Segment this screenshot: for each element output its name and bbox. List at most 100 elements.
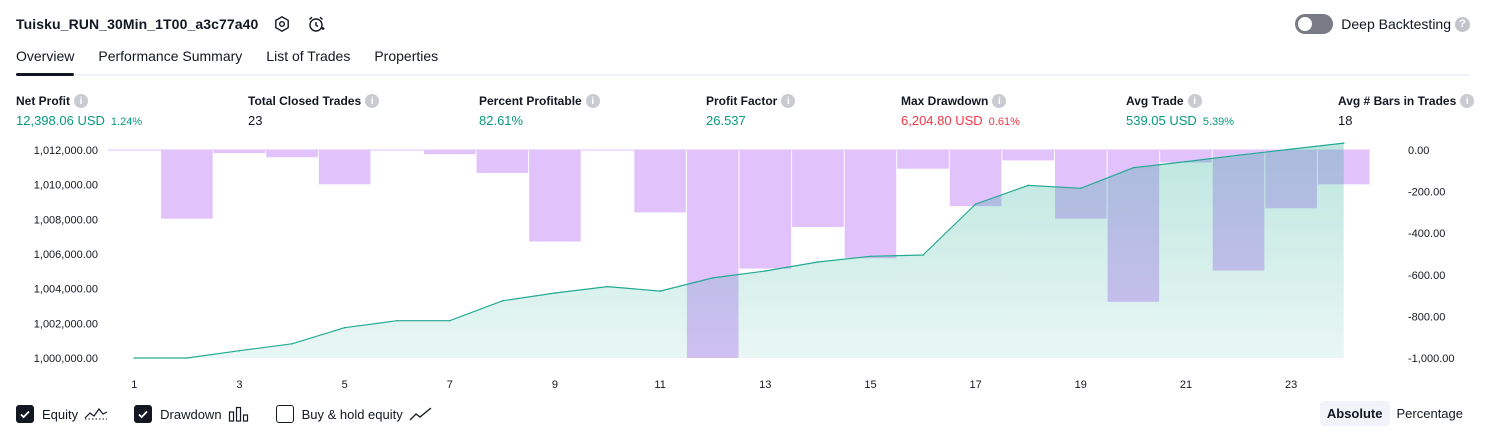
drawdown-bar	[634, 150, 686, 213]
metric-value: 6,204.80 USD	[901, 113, 983, 128]
alarm-clock-icon[interactable]	[306, 14, 326, 34]
drawdown-bar	[529, 150, 581, 242]
chart-legend: Equity Drawdown Buy & hold equity	[16, 404, 459, 424]
strategy-header: Tuisku_RUN_30Min_1T00_a3c77a40	[16, 14, 326, 34]
x-tick-label: 15	[864, 379, 876, 391]
drawdown-bars-icon	[228, 406, 250, 422]
drawdown-bar	[739, 150, 792, 269]
legend-drawdown[interactable]: Drawdown	[134, 405, 249, 423]
drawdown-bar	[476, 150, 529, 173]
y-right-tick-label: -1,000.00	[1408, 353, 1454, 365]
equity-point	[186, 357, 188, 359]
deep-backtesting-label: Deep Backtesting	[1341, 16, 1451, 32]
drawdown-checkbox[interactable]	[134, 405, 153, 423]
drawdown-bar	[213, 150, 266, 154]
equity-point	[764, 270, 767, 272]
info-icon[interactable]: i	[365, 94, 380, 108]
equity-point	[922, 254, 924, 256]
legend-label: Buy & hold equity	[301, 406, 403, 422]
tab-list-of-trades[interactable]: List of Trades	[266, 44, 350, 74]
settings-icon[interactable]	[272, 14, 292, 34]
drawdown-bar	[318, 150, 371, 185]
info-icon[interactable]: i	[781, 94, 796, 108]
metric-value: 82.61%	[479, 113, 524, 128]
x-tick-label: 23	[1285, 379, 1297, 391]
y-left-tick-label: 1,000,000.00	[34, 353, 98, 365]
equity-point	[501, 300, 504, 302]
metric-label: Percent Profitable	[479, 94, 582, 108]
help-icon[interactable]: ?	[1455, 16, 1470, 32]
legend-equity[interactable]: Equity	[16, 405, 108, 423]
metric-value: 26.537	[706, 113, 746, 128]
metric-value: 18	[1338, 113, 1353, 128]
x-tick-label: 1	[131, 379, 137, 391]
y-right-tick-label: -800.00	[1408, 311, 1445, 323]
metric-value: 539.05 USD	[1126, 113, 1197, 128]
metric-value: 23	[248, 113, 263, 128]
metric-percent: 0.61%	[988, 116, 1020, 128]
strategy-title: Tuisku_RUN_30Min_1T00_a3c77a40	[16, 16, 259, 32]
equity-point	[817, 261, 819, 263]
equity-point	[133, 357, 136, 359]
x-tick-label: 5	[342, 379, 348, 391]
info-icon[interactable]: i	[1460, 94, 1475, 108]
metric-label: Profit Factor	[706, 94, 778, 108]
scale-mode-switch: Absolute Percentage	[1319, 401, 1471, 426]
tab-performance-summary[interactable]: Performance Summary	[98, 44, 242, 74]
equity-point	[396, 319, 399, 322]
equity-drawdown-chart[interactable]: 1,012,000.00 1,010,000.00 1,008,000.00 1,00…	[0, 140, 1486, 394]
info-icon[interactable]: i	[1187, 94, 1202, 108]
legend-label: Drawdown	[160, 406, 222, 422]
y-right-tick-label: -200.00	[1408, 187, 1445, 199]
drawdown-bar	[844, 150, 897, 259]
metric-max-drawdown: Max Drawdown i 6,204.80 USD 0.61%	[901, 92, 1020, 129]
x-tick-label: 13	[759, 379, 771, 391]
equity-point	[869, 255, 872, 258]
equity-point	[554, 292, 556, 294]
metric-label: Net Profit	[16, 94, 70, 108]
tab-overview[interactable]: Overview	[16, 44, 75, 76]
x-tick-label: 7	[447, 379, 453, 391]
info-icon[interactable]: i	[585, 94, 600, 108]
equity-point	[1290, 148, 1292, 150]
equity-point	[1132, 166, 1135, 169]
y-left-tick-label: 1,008,000.00	[34, 214, 98, 226]
equity-point	[974, 203, 977, 205]
metric-net-profit: Net Profit i 12,398.06 USD 1.24%	[16, 92, 142, 129]
x-tick-label: 9	[552, 379, 558, 391]
deep-backtesting-toggle[interactable]	[1295, 14, 1334, 34]
drawdown-bar	[424, 150, 476, 155]
deep-backtesting: Deep Backtesting ?	[1295, 14, 1470, 34]
toggle-knob	[1298, 17, 1313, 31]
equity-point	[238, 349, 241, 352]
y-left-tick-label: 1,006,000.00	[34, 249, 98, 261]
absolute-button[interactable]: Absolute	[1319, 401, 1390, 426]
drawdown-bar	[792, 150, 844, 227]
legend-buy-hold[interactable]: Buy & hold equity	[275, 405, 433, 423]
equity-point	[659, 290, 661, 292]
equity-point	[1079, 187, 1082, 190]
buyhold-checkbox[interactable]	[275, 405, 294, 423]
equity-area	[134, 143, 1344, 358]
percentage-button[interactable]: Percentage	[1390, 401, 1471, 426]
equity-line-icon	[84, 406, 108, 422]
metric-label: Avg Trade	[1126, 94, 1184, 108]
tab-bar: Overview Performance Summary List of Tra…	[16, 44, 1470, 76]
drawdown-bar	[1002, 150, 1054, 161]
tab-properties[interactable]: Properties	[374, 44, 438, 74]
equity-point	[1027, 184, 1030, 187]
metric-percent: 1.24%	[110, 116, 143, 128]
equity-point	[711, 277, 714, 279]
equity-point	[1342, 142, 1345, 144]
equity-checkbox[interactable]	[16, 405, 34, 423]
legend-label: Equity	[42, 406, 79, 422]
drawdown-bar	[161, 150, 213, 219]
info-icon[interactable]: i	[74, 94, 88, 108]
metric-percent: 5.39%	[1202, 116, 1235, 128]
equity-point	[606, 285, 609, 288]
info-icon[interactable]: i	[992, 94, 1007, 108]
metric-percent-profitable: Percent Profitable i 82.61%	[479, 92, 600, 129]
equity-layer	[133, 142, 1345, 359]
metric-avg-bars: Avg # Bars in Trades i 18	[1338, 92, 1475, 129]
metric-value: 12,398.06 USD	[16, 113, 105, 128]
